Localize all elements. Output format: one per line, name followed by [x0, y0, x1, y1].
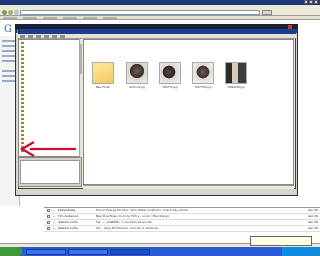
photo-thumbnail[interactable] — [192, 62, 214, 84]
folder-icon — [21, 61, 24, 65]
folder-icon — [21, 93, 24, 97]
row-sender: babysitalea — [58, 209, 76, 212]
folder-icon — [21, 53, 24, 57]
toolbar-button[interactable] — [43, 35, 49, 38]
folder-icon — [21, 101, 24, 105]
thumbnail-view — [83, 39, 294, 185]
toolbar-button[interactable] — [59, 35, 65, 38]
row-date: Apr 20 — [308, 227, 318, 230]
toolbar-button[interactable] — [35, 35, 41, 38]
go-button[interactable] — [262, 10, 272, 15]
photo-thumbnail[interactable] — [159, 62, 181, 84]
toolbar-button[interactable] — [51, 35, 57, 38]
folder-icon — [21, 65, 24, 69]
folder-icon — [21, 109, 24, 113]
minimize-button[interactable] — [304, 0, 308, 4]
sidebar-item[interactable] — [2, 75, 16, 77]
star-icon[interactable]: ★ — [52, 208, 56, 213]
folder-icon — [21, 129, 24, 133]
table-row[interactable]: ★ Gabriel Cofre Fw: - Sexy Briefmaria, U… — [44, 226, 320, 232]
address-bar[interactable] — [20, 10, 260, 15]
thumbnail-caption: New Folder — [95, 85, 111, 89]
back-icon[interactable] — [2, 10, 7, 15]
reload-icon[interactable] — [14, 10, 19, 15]
close-button[interactable] — [314, 0, 318, 4]
star-icon[interactable]: ★ — [52, 214, 56, 219]
row-checkbox[interactable] — [47, 227, 50, 230]
properties-list — [20, 160, 80, 184]
tree-scrollbar-thumb[interactable] — [79, 44, 82, 74]
sidebar-item[interactable] — [2, 60, 16, 62]
maximize-button[interactable] — [309, 0, 313, 4]
table-row[interactable]: ★ babysitalea Home Energy Monitor, Solo … — [44, 208, 320, 214]
row-subject: Home Energy Monitor, Solo Water Collecto… — [96, 209, 188, 212]
folder-icon — [21, 105, 24, 109]
folder-icon — [21, 45, 24, 49]
row-sender: Gabriel Cofre — [58, 227, 78, 230]
row-date: Apr 20 — [308, 209, 318, 212]
folder-icon — [21, 121, 24, 125]
photo-thumbnail[interactable] — [126, 62, 148, 84]
taskbar-button[interactable] — [68, 248, 108, 255]
row-checkbox[interactable] — [47, 209, 50, 212]
folder-icon — [21, 89, 24, 93]
folder-icon — [21, 85, 24, 89]
system-tray — [282, 247, 320, 256]
close-icon[interactable] — [288, 24, 292, 29]
thumbnail-caption: TRD7TH4.jpg — [194, 85, 212, 89]
start-button[interactable] — [0, 247, 22, 256]
folder-icon — [21, 81, 24, 85]
folder-thumbnail[interactable] — [92, 62, 114, 84]
tray-notification[interactable] — [250, 236, 312, 246]
folder-icon — [21, 77, 24, 81]
sidebar-item[interactable] — [2, 50, 16, 52]
sidebar-item[interactable] — [2, 70, 16, 72]
sidebar-item[interactable] — [2, 55, 16, 57]
table-row[interactable]: ★ Gabriel Cofre Fw: ~~GABRIEL !! necesit… — [44, 220, 320, 226]
row-sender: Gabriel Cofre — [58, 221, 78, 224]
sidebar-item[interactable] — [2, 40, 16, 42]
star-icon[interactable]: ★ — [52, 220, 56, 225]
mail-logo: G — [4, 24, 12, 35]
row-checkbox[interactable] — [47, 215, 50, 218]
table-row[interactable]: ★ Tim Anderson Bad Dog Bowl, Cold Air En… — [44, 214, 320, 220]
forward-icon[interactable] — [8, 10, 13, 15]
row-checkbox[interactable] — [47, 221, 50, 224]
toolbar-button[interactable] — [27, 35, 33, 38]
folder-icon — [21, 41, 24, 45]
photo-thumbnail[interactable] — [225, 62, 247, 84]
sidebar-item[interactable] — [2, 80, 16, 82]
taskbar-button[interactable] — [26, 248, 66, 255]
toolbar-button[interactable] — [20, 35, 25, 38]
row-sender: Tim Anderson — [58, 215, 79, 218]
folder-icon — [21, 133, 24, 137]
sidebar-item[interactable] — [2, 45, 16, 47]
folder-icon — [21, 73, 24, 77]
folder-icon — [21, 113, 24, 117]
row-subject: Fw: - Sexy Briefmaria, Una ido a diedsol… — [96, 227, 160, 230]
dialog-status-bar — [83, 185, 294, 189]
annotation-arrow — [19, 141, 76, 157]
folder-icon — [21, 57, 24, 61]
folder-icon — [21, 69, 24, 73]
folder-icon — [21, 49, 24, 53]
folder-icon — [21, 117, 24, 121]
folder-icon — [21, 125, 24, 129]
star-icon[interactable]: ★ — [52, 226, 56, 231]
folder-icon — [21, 97, 24, 101]
row-subject: Bad Dog Bowl, Cold Air Entry - Look ! Ma… — [96, 215, 170, 218]
row-date: Apr 20 — [308, 221, 318, 224]
thumbnail-caption: DSN0038.jpg — [227, 85, 245, 89]
row-subject: Fw: ~~GABRIEL !! necesito se enviar.. — [96, 221, 154, 224]
taskbar-button-active[interactable] — [110, 248, 150, 255]
thumbnail-caption: TRD7TH.jpg — [162, 85, 178, 89]
row-date: Apr 20 — [308, 215, 318, 218]
thumbnail-caption: GCThin4.jpg — [129, 85, 145, 89]
